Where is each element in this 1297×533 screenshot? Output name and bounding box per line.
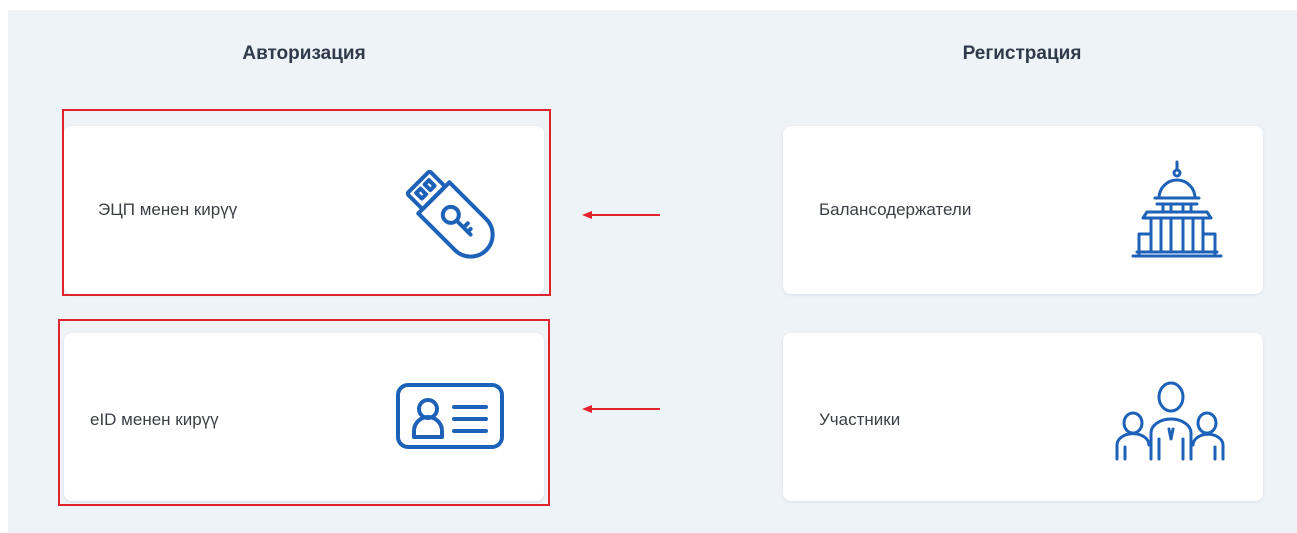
people-group-icon: [1111, 373, 1229, 470]
eid-card-highlight: [58, 319, 550, 506]
eds-card-highlight: [62, 109, 551, 296]
balance-holders-card[interactable]: Балансодержатели: [783, 126, 1263, 294]
auth-heading: Авторизация: [242, 43, 366, 64]
arrow-to-eid-card: [582, 402, 662, 420]
participants-card[interactable]: Участники: [783, 333, 1263, 501]
capitol-building-icon: [1127, 156, 1227, 271]
arrow-to-eds-card: [582, 208, 662, 226]
registration-heading: Регистрация: [962, 43, 1082, 64]
balance-holders-label: Балансодержатели: [819, 200, 972, 219]
content-panel: Авторизация Регистрация ЭЦП менен кирүү …: [8, 10, 1297, 533]
participants-label: Участники: [819, 410, 901, 429]
